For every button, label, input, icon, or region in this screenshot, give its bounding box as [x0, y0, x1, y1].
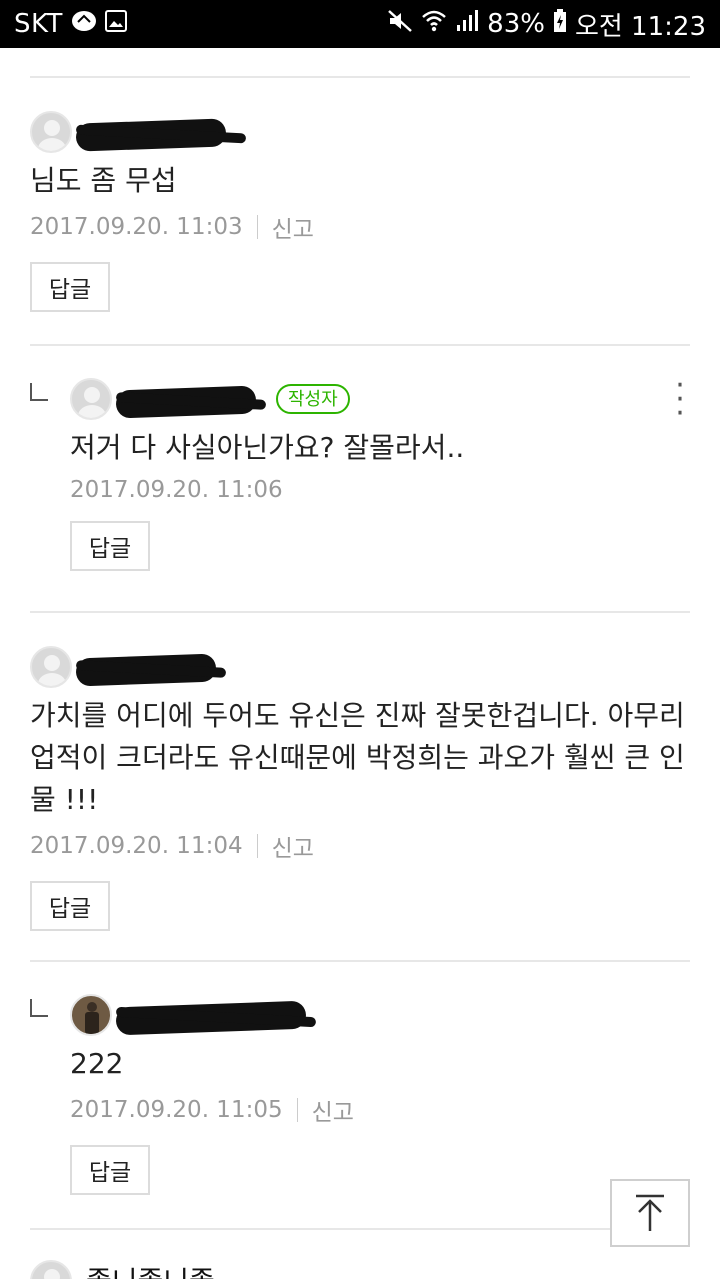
chat-notification-icon: [71, 9, 97, 39]
comment-text: 222: [70, 1047, 124, 1080]
meta-separator: [256, 215, 258, 239]
comment-date: 2017.09.20. 11:03: [30, 214, 243, 240]
comment-text: 가치를 어디에 두어도 유신은 진짜 잘못한겁니다. 아무리 업적이 크더라도 …: [30, 699, 685, 816]
more-options-icon[interactable]: · · ·: [670, 371, 690, 429]
reply-item: 222 2017.09.20. 11:05 신고 답글: [30, 993, 690, 1195]
comment-date: 2017.09.20. 11:04: [30, 833, 243, 859]
reply-item: 작성자 저거 다 사실아닌가요? 잘몰라서.. 2017.09.20. 11:0…: [30, 371, 690, 571]
avatar[interactable]: [70, 378, 112, 420]
comment-text: 저거 다 사실아닌가요? 잘몰라서..: [70, 431, 465, 464]
mute-icon: [387, 9, 413, 40]
signal-icon: [455, 9, 479, 40]
meta-separator: [256, 834, 258, 858]
image-notification-icon: [104, 9, 127, 39]
carrier-label: SKT: [14, 9, 63, 39]
comment-item: 좋니좋니좋: [30, 1260, 690, 1279]
reply-button[interactable]: 답글: [30, 881, 110, 931]
report-link[interactable]: 신고: [272, 210, 314, 244]
avatar[interactable]: [30, 111, 72, 153]
wifi-icon: [421, 9, 447, 40]
arrow-up-icon: [636, 1194, 664, 1231]
status-bar: SKT 83% 오전 11:23: [0, 0, 720, 48]
scroll-to-top-button[interactable]: [610, 1179, 690, 1247]
report-link[interactable]: 신고: [272, 829, 314, 863]
nickname-redacted[interactable]: [115, 1000, 324, 1036]
comment-item: 가치를 어디에 두어도 유신은 진짜 잘못한겁니다. 아무리 업적이 크더라도 …: [30, 645, 690, 931]
reply-button[interactable]: 답글: [70, 521, 150, 571]
reply-indent-icon: [30, 383, 48, 401]
nickname-redacted[interactable]: [75, 117, 254, 152]
avatar[interactable]: [30, 1260, 72, 1279]
battery-percent: 83%: [487, 9, 545, 39]
divider: [30, 344, 690, 346]
author-badge: 작성자: [276, 384, 350, 414]
comment-date: 2017.09.20. 11:05: [70, 1097, 283, 1123]
divider: [30, 1228, 690, 1230]
avatar[interactable]: [30, 646, 72, 688]
avatar[interactable]: [70, 994, 112, 1036]
comment-item: 님도 좀 무섭 2017.09.20. 11:03 신고 답글: [30, 110, 690, 312]
divider: [30, 611, 690, 613]
reply-button[interactable]: 답글: [30, 262, 110, 312]
report-link[interactable]: 신고: [312, 1093, 354, 1127]
meta-separator: [296, 1098, 298, 1122]
nickname-redacted[interactable]: [115, 384, 267, 419]
battery-icon: [553, 8, 567, 40]
nickname[interactable]: 좋니좋니좋: [86, 1260, 215, 1279]
comment-text: 님도 좀 무섭: [30, 164, 177, 197]
clock: 오전 11:23: [574, 11, 706, 42]
comment-date: 2017.09.20. 11:06: [70, 477, 283, 503]
reply-button[interactable]: 답글: [70, 1145, 150, 1195]
nickname-redacted[interactable]: [75, 652, 234, 687]
divider: [30, 76, 690, 78]
reply-indent-icon: [30, 999, 48, 1017]
divider: [30, 960, 690, 962]
